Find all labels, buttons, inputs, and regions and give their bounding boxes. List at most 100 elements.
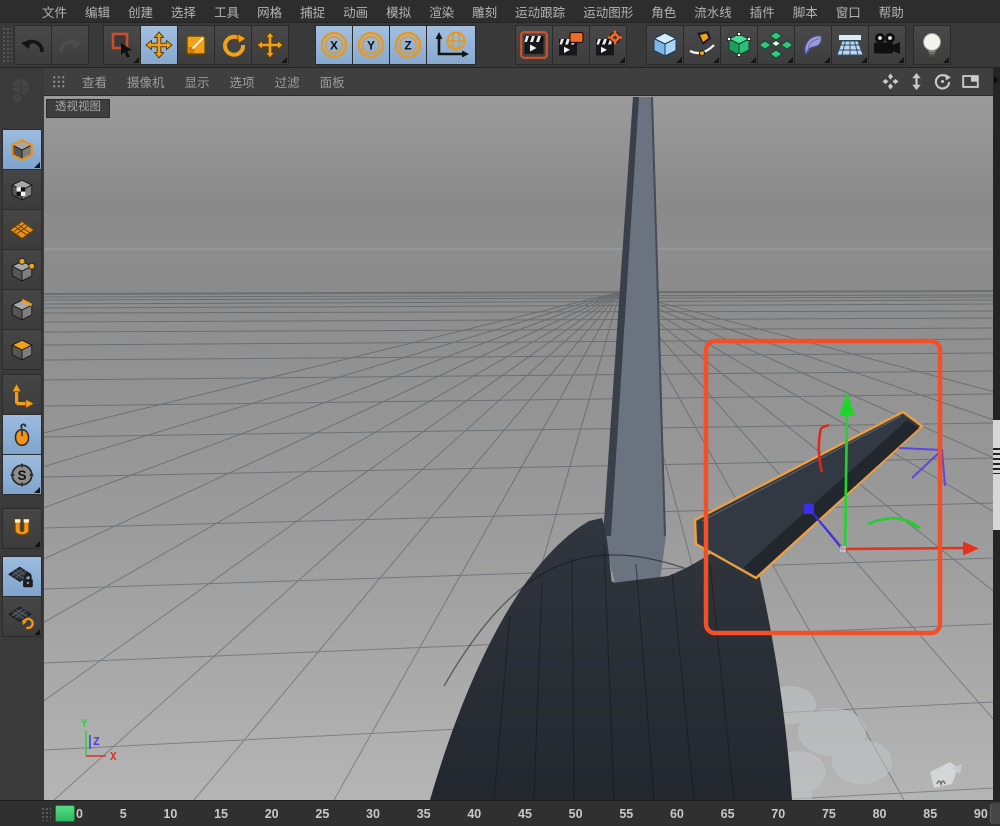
vp-menu-panel[interactable]: 面板 xyxy=(310,72,355,91)
snap-button[interactable]: S xyxy=(2,454,42,495)
last-used-tool-button[interactable] xyxy=(251,25,289,65)
polygons-mode-button[interactable] xyxy=(2,329,42,370)
mograph-array-button[interactable] xyxy=(757,25,795,65)
viewport-menu-grip[interactable] xyxy=(52,75,66,88)
svg-text:Z: Z xyxy=(93,735,100,748)
texture-mode-button[interactable] xyxy=(2,169,42,210)
timeline-tick: 80 xyxy=(873,807,887,821)
x-axis-lock: X xyxy=(319,30,349,60)
render-picture-viewer-button[interactable] xyxy=(552,25,590,65)
y-axis-lock-button[interactable]: Y xyxy=(352,25,390,65)
menu-pipeline[interactable]: 流水线 xyxy=(685,2,741,21)
timeline-tick: 15 xyxy=(214,807,228,821)
make-editable-button[interactable] xyxy=(2,70,42,111)
menu-file[interactable]: 文件 xyxy=(33,2,76,21)
move-tool-icon xyxy=(145,31,173,59)
primitive-cube-icon xyxy=(650,30,680,60)
viewport-solo-button[interactable] xyxy=(2,414,42,455)
menu-help[interactable]: 帮助 xyxy=(870,2,913,21)
menu-simulate[interactable]: 模拟 xyxy=(377,2,420,21)
menu-create[interactable]: 创建 xyxy=(119,2,162,21)
axis-mode-button[interactable] xyxy=(2,374,42,415)
add-light-button[interactable] xyxy=(913,25,951,65)
render-picture-viewer-icon xyxy=(556,30,586,60)
menu-character[interactable]: 角色 xyxy=(642,2,685,21)
edges-mode-icon xyxy=(9,297,35,323)
panel-expand-arrow-icon[interactable] xyxy=(994,76,999,84)
vp-menu-display[interactable]: 显示 xyxy=(175,72,220,91)
workplane-rotate-icon xyxy=(8,604,36,630)
vp-menu-options[interactable]: 选项 xyxy=(220,72,265,91)
menu-sculpt[interactable]: 雕刻 xyxy=(463,2,506,21)
dolly-icon[interactable] xyxy=(910,73,923,90)
add-deformer-button[interactable] xyxy=(794,25,832,65)
pan-icon[interactable] xyxy=(882,73,899,90)
menu-edit[interactable]: 编辑 xyxy=(76,2,119,21)
current-frame-marker[interactable] xyxy=(55,805,75,822)
z-axis-lock: Z xyxy=(393,30,423,60)
maximize-icon[interactable] xyxy=(962,74,979,89)
gizmo-x-axis[interactable] xyxy=(843,548,963,549)
workplane-mode-button[interactable] xyxy=(2,209,42,250)
timeline[interactable]: 0 5 10 15 20 25 30 35 40 45 50 55 60 65 … xyxy=(0,800,1000,826)
gizmo-z-handle[interactable] xyxy=(804,504,814,514)
menu-animate[interactable]: 动画 xyxy=(334,2,377,21)
make-editable-icon xyxy=(7,74,37,108)
timeline-end-control[interactable] xyxy=(990,803,1000,824)
rotate-arrows-icon xyxy=(22,618,33,627)
menu-select[interactable]: 选择 xyxy=(162,2,205,21)
undo-button[interactable] xyxy=(14,25,52,65)
add-camera-button[interactable] xyxy=(868,25,906,65)
environment-button[interactable] xyxy=(831,25,869,65)
points-mode-button[interactable] xyxy=(2,249,42,290)
svg-text:Z: Z xyxy=(404,39,411,53)
vp-menu-filter[interactable]: 过滤 xyxy=(265,72,310,91)
svg-text:X: X xyxy=(110,750,117,763)
last-tool-move-icon xyxy=(256,31,284,59)
coordinate-system-button[interactable] xyxy=(426,25,476,65)
svg-text:X: X xyxy=(330,39,338,53)
workplane-mode-icon xyxy=(8,217,36,243)
y-axis-lock: Y xyxy=(356,30,386,60)
z-axis-lock-button[interactable]: Z xyxy=(389,25,427,65)
menu-render[interactable]: 渲染 xyxy=(420,2,463,21)
workplane-rotate-button[interactable] xyxy=(2,596,42,637)
vp-menu-view[interactable]: 查看 xyxy=(72,72,117,91)
scale-tool-button[interactable] xyxy=(177,25,215,65)
orbit-icon[interactable] xyxy=(934,73,951,90)
menu-window[interactable]: 窗口 xyxy=(827,2,870,21)
menu-snap[interactable]: 捕捉 xyxy=(291,2,334,21)
subdivision-surface-button[interactable] xyxy=(720,25,758,65)
right-panel-edge[interactable] xyxy=(993,68,1000,800)
model-mode-button[interactable] xyxy=(2,129,42,170)
redo-button[interactable] xyxy=(51,25,89,65)
timeline-tick: 55 xyxy=(619,807,633,821)
menu-tools[interactable]: 工具 xyxy=(205,2,248,21)
add-spline-button[interactable] xyxy=(683,25,721,65)
menu-mograph[interactable]: 运动图形 xyxy=(574,2,642,21)
x-axis-lock-button[interactable]: X xyxy=(315,25,353,65)
menu-mesh[interactable]: 网格 xyxy=(248,2,291,21)
toolbar-grip[interactable] xyxy=(2,27,12,63)
timeline-grip[interactable] xyxy=(41,807,51,821)
menu-motion-tracker[interactable]: 运动跟踪 xyxy=(506,2,574,21)
timeline-tick: 20 xyxy=(265,807,279,821)
texture-mode-icon xyxy=(9,177,35,203)
render-view-button[interactable] xyxy=(515,25,553,65)
move-tool-button[interactable] xyxy=(140,25,178,65)
add-primitive-button[interactable] xyxy=(646,25,684,65)
right-panel-sliver-marks xyxy=(993,448,1000,474)
magnet-snap-button[interactable] xyxy=(2,508,42,549)
edges-mode-button[interactable] xyxy=(2,289,42,330)
menu-script[interactable]: 脚本 xyxy=(784,2,827,21)
menu-plugins[interactable]: 插件 xyxy=(741,2,784,21)
viewport-canvas[interactable]: Y Z X xyxy=(44,96,993,800)
workplane-lock-button[interactable] xyxy=(2,556,42,597)
vp-menu-cameras[interactable]: 摄像机 xyxy=(117,72,175,91)
rotate-tool-button[interactable] xyxy=(214,25,252,65)
sky xyxy=(44,96,993,295)
timeline-ruler[interactable]: 0 5 10 15 20 25 30 35 40 45 50 55 60 65 … xyxy=(76,801,988,826)
perspective-viewport[interactable]: Y Z X 透视视图 xyxy=(44,96,993,800)
live-selection-button[interactable] xyxy=(103,25,141,65)
render-settings-button[interactable] xyxy=(589,25,627,65)
